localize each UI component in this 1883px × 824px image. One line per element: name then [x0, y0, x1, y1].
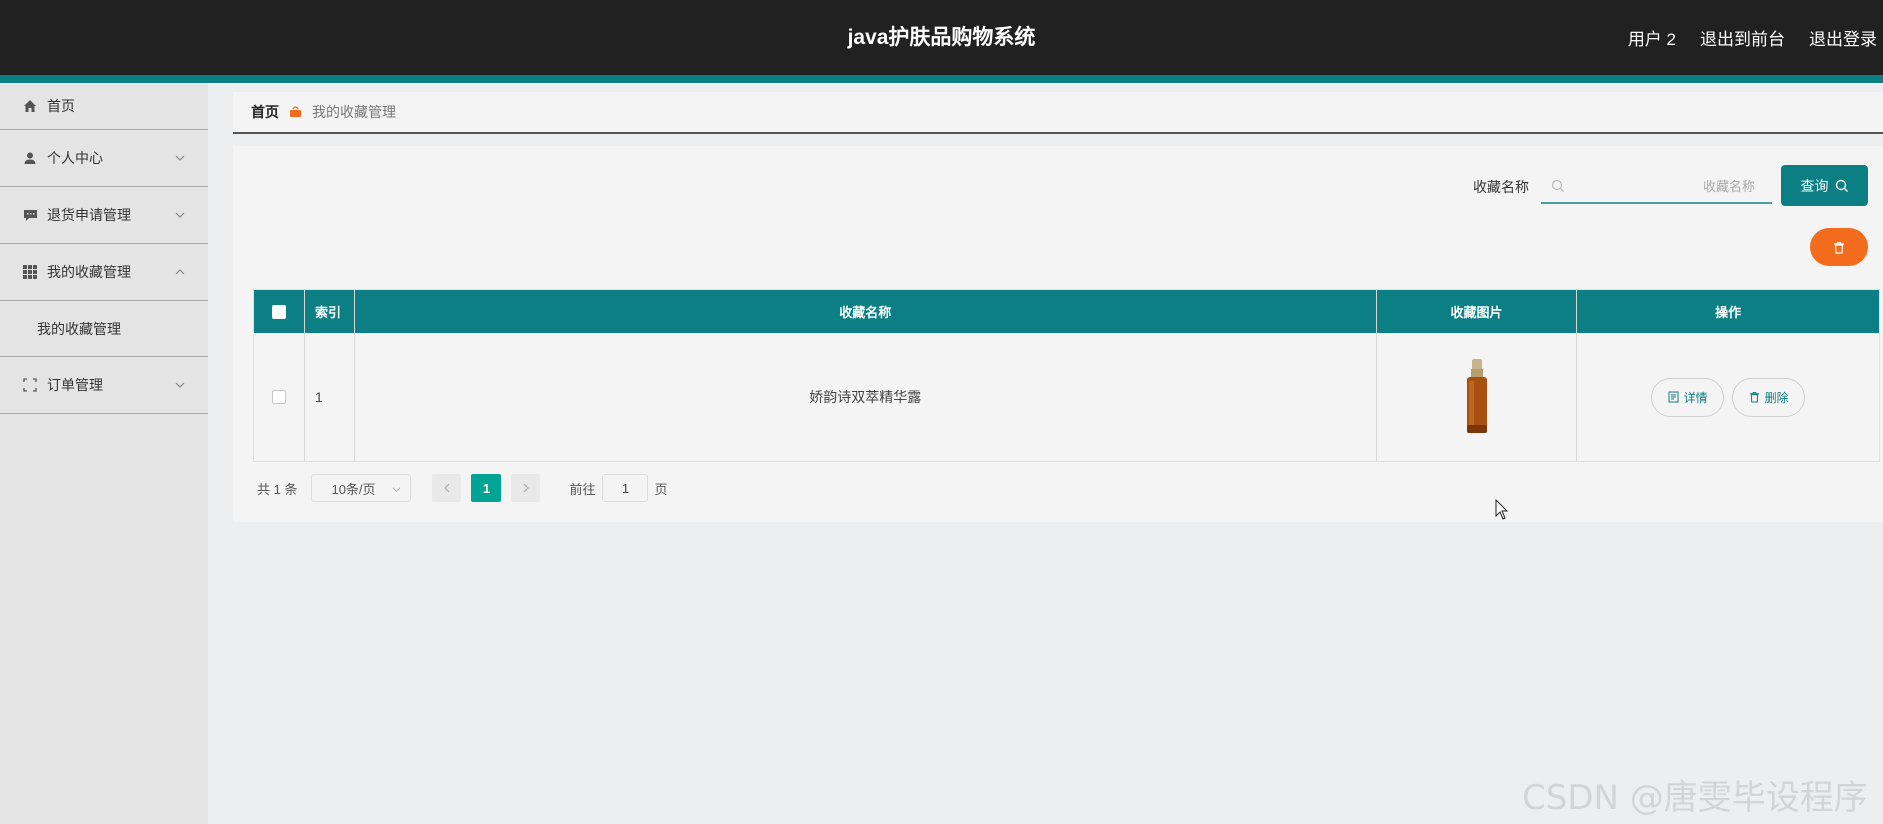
page-size-value: 10条/页 — [331, 481, 376, 497]
document-icon — [1668, 391, 1679, 403]
breadcrumb: 首页 我的收藏管理 — [233, 92, 1883, 134]
watermark: CSDN @唐雯毕设程序 — [1522, 778, 1868, 818]
serum-bottle-image — [1466, 359, 1487, 433]
sidebar-item-returns[interactable]: 退货申请管理 — [0, 187, 208, 244]
select-all-cell — [254, 290, 305, 333]
search-label: 收藏名称 — [1473, 179, 1529, 195]
top-links: 用户 2 退出到前台 退出登录 — [1628, 0, 1877, 75]
delete-button[interactable]: 删除 — [1732, 377, 1806, 417]
sidebar-item-label: 退货申请管理 — [47, 207, 131, 223]
search-field — [1541, 170, 1772, 204]
sidebar-item-label: 订单管理 — [47, 377, 103, 393]
sidebar-item-home[interactable]: 首页 — [0, 83, 208, 130]
row-index: 1 — [305, 333, 355, 461]
sidebar-item-favorites[interactable]: 我的收藏管理 — [0, 244, 208, 301]
pagination-total: 共 1 条 — [257, 481, 298, 497]
sidebar-item-orders[interactable]: 订单管理 — [0, 357, 208, 414]
page-suffix: 页 — [654, 481, 668, 497]
chevron-up-icon — [175, 269, 185, 275]
detail-button[interactable]: 详情 — [1651, 377, 1725, 417]
sidebar-item-label: 首页 — [47, 98, 75, 114]
trash-icon — [1749, 391, 1759, 403]
chevron-right-icon — [523, 483, 529, 493]
query-button[interactable]: 查询 — [1781, 165, 1868, 206]
app-title: java护肤品购物系统 — [847, 26, 1036, 49]
row-actions-cell: 详情 删除 — [1577, 333, 1879, 461]
home-icon — [22, 98, 38, 114]
batch-delete-button[interactable] — [1810, 228, 1868, 266]
chevron-down-icon — [175, 212, 185, 218]
sidebar-item-personal-center[interactable]: 个人中心 — [0, 130, 208, 187]
search-icon — [1551, 179, 1564, 192]
back-to-front-link[interactable]: 退出到前台 — [1700, 25, 1785, 50]
favorites-table: 索引 收藏名称 收藏图片 操作 1 娇韵诗双萃精华露 详情 删除 — [253, 289, 1880, 462]
user-icon — [22, 150, 38, 166]
top-bar-accent — [0, 75, 1883, 83]
row-checkbox[interactable] — [271, 390, 286, 404]
page-number-current[interactable]: 1 — [471, 474, 502, 502]
trash-icon — [1834, 241, 1844, 254]
goto-page-input[interactable] — [602, 474, 649, 502]
chevron-down-icon — [393, 487, 401, 493]
prev-page-button[interactable] — [432, 474, 462, 502]
search-icon — [1835, 179, 1848, 192]
sidebar-item-label: 我的收藏管理 — [47, 264, 131, 280]
breadcrumb-home[interactable]: 首页 — [251, 102, 279, 122]
query-button-label: 查询 — [1800, 177, 1829, 194]
content-panel: 收藏名称 查询 索引 收藏名称 收藏图片 操作 1 娇韵诗双萃精华露 — [233, 146, 1883, 522]
page-size-select[interactable]: 10条/页 — [311, 474, 412, 502]
column-header-index: 索引 — [305, 290, 355, 333]
table-row: 1 娇韵诗双萃精华露 详情 删除 — [254, 333, 1879, 461]
chevron-down-icon — [175, 155, 185, 161]
chat-icon — [22, 207, 38, 223]
row-image-cell — [1377, 333, 1578, 461]
user-name-link[interactable]: 用户 2 — [1628, 25, 1676, 50]
next-page-button[interactable] — [511, 474, 541, 502]
sidebar-subitem-favorites[interactable]: 我的收藏管理 — [0, 301, 208, 357]
chevron-down-icon — [175, 382, 185, 388]
pagination: 共 1 条 10条/页 1 前往 页 — [257, 474, 668, 502]
grid-icon — [22, 264, 38, 280]
column-header-name: 收藏名称 — [355, 290, 1377, 333]
sidebar-item-label: 个人中心 — [47, 150, 103, 166]
sidebar: 首页 个人中心 退货申请管理 我的收藏管理 我的收藏管理 订单管理 — [0, 83, 208, 824]
detail-button-label: 详情 — [1683, 390, 1708, 405]
goto-label: 前往 — [569, 481, 596, 497]
select-all-checkbox[interactable] — [271, 304, 286, 319]
mouse-cursor-icon — [1495, 499, 1509, 520]
row-select-cell — [254, 333, 305, 461]
row-name: 娇韵诗双萃精华露 — [355, 333, 1377, 461]
column-header-image: 收藏图片 — [1377, 290, 1578, 333]
search-input[interactable] — [1575, 170, 1765, 202]
breadcrumb-current: 我的收藏管理 — [312, 104, 396, 120]
frame-icon — [22, 377, 38, 393]
chevron-left-icon — [444, 483, 450, 493]
basket-icon — [289, 105, 303, 119]
column-header-actions: 操作 — [1715, 305, 1742, 320]
logout-link[interactable]: 退出登录 — [1809, 25, 1877, 50]
delete-button-label: 删除 — [1764, 390, 1789, 405]
table-header: 索引 收藏名称 收藏图片 操作 — [254, 290, 1879, 333]
